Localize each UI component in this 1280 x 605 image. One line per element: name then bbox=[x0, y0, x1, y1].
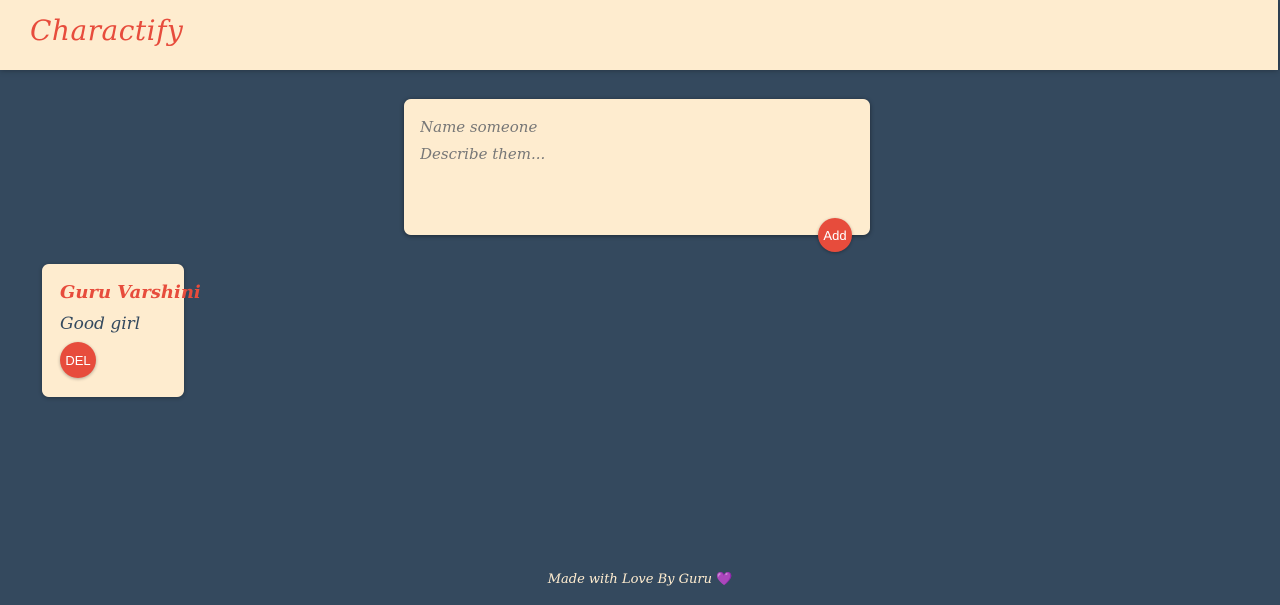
create-note-form bbox=[404, 99, 870, 235]
add-button[interactable]: Add bbox=[818, 218, 852, 252]
app-logo-title[interactable]: Charactify bbox=[30, 14, 183, 47]
note-description: Good girl bbox=[60, 314, 141, 334]
note-card: Guru Varshini Good girl DEL bbox=[42, 264, 201, 397]
purple-heart-icon: 💜 bbox=[716, 572, 733, 587]
description-textarea[interactable] bbox=[420, 145, 850, 215]
name-input[interactable] bbox=[420, 116, 850, 138]
footer-text: Made with Love By Guru bbox=[547, 572, 712, 587]
note-title: Guru Varshini bbox=[60, 282, 201, 303]
app-header: Charactify bbox=[0, 0, 1278, 70]
footer: Made with Love By Guru 💜 bbox=[0, 572, 1280, 587]
delete-button[interactable]: DEL bbox=[60, 342, 96, 378]
